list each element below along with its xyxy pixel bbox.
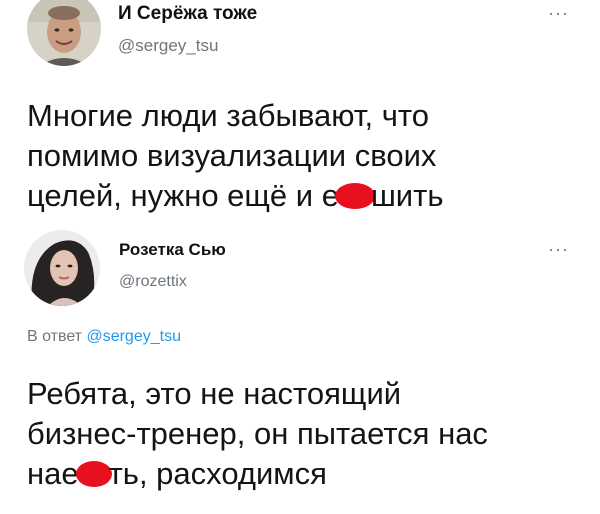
author-name[interactable]: И Серёжа тоже bbox=[118, 3, 257, 25]
tweet-text-fragment: целей, нужно ещё и е bbox=[27, 178, 339, 213]
tweet-text-line: Многие люди забывают, что bbox=[27, 98, 429, 133]
more-options-icon[interactable]: ··· bbox=[548, 240, 569, 258]
censor-mark bbox=[334, 183, 375, 209]
tweet-text-line: Ребята, это не настоящий bbox=[27, 376, 402, 411]
tweet-text: Ребята, это не настоящий бизнес-тренер, … bbox=[27, 374, 587, 494]
avatar-sergey[interactable] bbox=[27, 0, 101, 66]
author-handle[interactable]: @rozettix bbox=[119, 273, 187, 291]
avatar-rozettix[interactable] bbox=[24, 230, 100, 306]
reply-prefix: В ответ bbox=[27, 328, 87, 345]
tweet-text-line: целей, нужно ещё и е шить bbox=[27, 176, 587, 216]
tweet-text-line: помимо визуализации своих bbox=[27, 138, 437, 173]
tweet-text-fragment: ть, расходимся bbox=[108, 456, 327, 491]
tweet-text-fragment: шить bbox=[370, 178, 444, 213]
censor-mark bbox=[75, 461, 112, 487]
tweet-text: Многие люди забывают, что помимо визуали… bbox=[27, 96, 587, 216]
tweet-text-line: нае ть, расходимся bbox=[27, 454, 587, 494]
reply-to-line: В ответ @sergey_tsu bbox=[27, 328, 181, 346]
reply-handle-link[interactable]: @sergey_tsu bbox=[86, 328, 181, 345]
more-options-icon[interactable]: ··· bbox=[548, 4, 569, 22]
tweet-original: И Серёжа тоже @sergey_tsu ··· Многие люд… bbox=[0, 0, 600, 228]
tweet-text-line: бизнес-тренер, он пытается нас bbox=[27, 416, 488, 451]
tweet-text-fragment: нае bbox=[27, 456, 79, 491]
tweet-reply: Розетка Сью @rozettix ··· В ответ @serge… bbox=[0, 228, 600, 514]
author-handle[interactable]: @sergey_tsu bbox=[118, 36, 218, 56]
author-name[interactable]: Розетка Сью bbox=[119, 240, 226, 260]
